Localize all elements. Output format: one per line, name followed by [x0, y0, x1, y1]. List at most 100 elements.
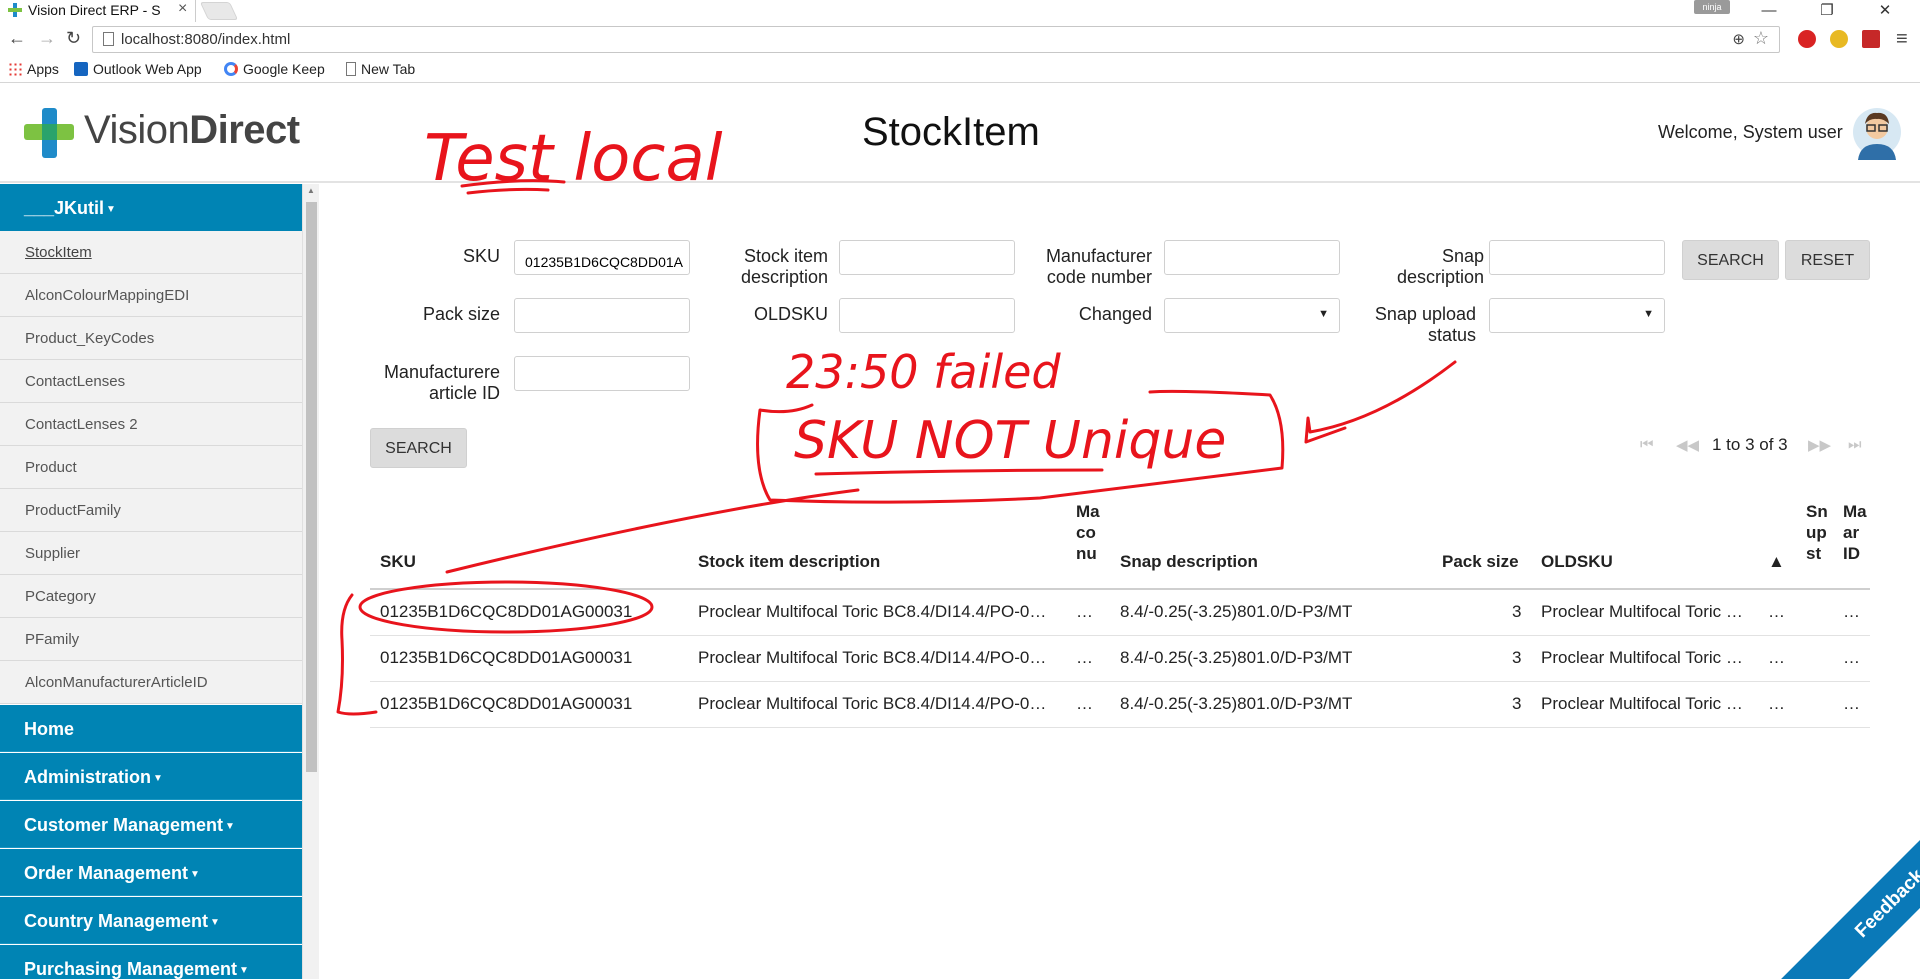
table-row[interactable]: 01235B1D6CQC8DD01AG00031 Proclear Multif… [370, 682, 1870, 728]
caret-down-icon: ▼ [225, 821, 235, 832]
column-header-pack-size[interactable]: Pack size [1442, 551, 1519, 572]
sidebar: ___JKutil ▼ StockItem AlconColourMappingE… [0, 184, 302, 979]
scroll-up-icon[interactable]: ▲ [307, 186, 315, 195]
user-avatar-icon[interactable] [1852, 104, 1902, 160]
snap-description-field[interactable] [1489, 240, 1665, 275]
sidebar-scrollbar[interactable]: ▲ [302, 184, 319, 979]
table-row[interactable]: 01235B1D6CQC8DD01AG00031 Proclear Multif… [370, 636, 1870, 682]
bookmarks-bar: Apps Outlook Web App Google Keep New Tab [0, 57, 1920, 83]
sku-field[interactable] [514, 240, 690, 275]
sidebar-item-contactlenses-2[interactable]: ContactLenses 2 [0, 403, 302, 446]
sidebar-item-pfamily[interactable]: PFamily [0, 618, 302, 661]
annotation-failed-time: 23:50 failed [786, 345, 1061, 399]
annotation-box [756, 389, 1285, 504]
page-icon [346, 62, 356, 76]
reload-icon[interactable]: ↻ [66, 28, 81, 49]
stock-item-description-field[interactable] [839, 240, 1015, 275]
column-header-sku[interactable]: SKU [380, 551, 416, 572]
tab-close-icon[interactable]: × [178, 0, 187, 18]
sidebar-section-order-management[interactable]: Order Management ▼ [0, 849, 302, 896]
cell-sku: 01235B1D6CQC8DD01AG00031 [380, 602, 633, 621]
caret-down-icon: ▼ [239, 965, 249, 976]
prev-page-icon[interactable]: ◀◀ [1676, 436, 1699, 454]
table-row[interactable]: 01235B1D6CQC8DD01AG00031 Proclear Multif… [370, 590, 1870, 636]
column-header-oldsku[interactable]: OLDSKU [1541, 551, 1613, 572]
column-header-stock-item-description[interactable]: Stock item description [698, 551, 880, 572]
sidebar-item-product[interactable]: Product [0, 446, 302, 489]
sidebar-section-administration[interactable]: Administration ▼ [0, 753, 302, 800]
bookmark-google-keep[interactable]: Google Keep [224, 61, 325, 77]
column-header-manufacturer-code[interactable]: Ma co nu [1076, 501, 1100, 564]
bookmark-outlook[interactable]: Outlook Web App [74, 61, 202, 77]
zoom-icon[interactable]: ⊕ [1732, 30, 1745, 48]
logo-light: Vision [84, 108, 190, 152]
cell-oldsku: Proclear Multifocal Toric … [1541, 602, 1743, 621]
cell-snap-description: 8.4/-0.25(-3.25)801.0/D-P3/MT [1120, 648, 1353, 667]
bottom-search-button[interactable]: SEARCH [370, 428, 467, 468]
cell-pack-size: 3 [1512, 694, 1522, 713]
sidebar-item-contactlenses[interactable]: ContactLenses [0, 360, 302, 403]
sidebar-section-home[interactable]: Home [0, 705, 302, 752]
column-header-manufacturer-article-id[interactable]: Ma ar ID [1843, 501, 1867, 564]
first-page-icon[interactable]: ⏮ [1640, 436, 1654, 453]
sidebar-item-stockitem[interactable]: StockItem [0, 231, 302, 274]
sidebar-item-supplier[interactable]: Supplier [0, 532, 302, 575]
cell-sku: 01235B1D6CQC8DD01AG00031 [380, 694, 633, 713]
stock-item-description-label: Stock item description [740, 246, 828, 287]
back-icon[interactable]: ← [8, 28, 26, 49]
restore-button[interactable]: ❐ [1804, 0, 1850, 22]
sidebar-item-pcategory[interactable]: PCategory [0, 575, 302, 618]
vision-direct-logo-icon[interactable] [24, 108, 74, 158]
shield-extension-icon[interactable] [1830, 30, 1848, 48]
bookmark-apps[interactable]: Apps [8, 61, 59, 77]
manufacturer-code-number-field[interactable] [1164, 240, 1340, 275]
forward-icon[interactable]: → [38, 28, 56, 49]
bookmark-star-icon[interactable]: ☆ [1753, 28, 1769, 49]
vision-direct-favicon-icon [8, 3, 22, 17]
logo-wordmark[interactable]: VisionDirect [84, 108, 300, 153]
sort-ascending-icon[interactable]: ▲ [1768, 551, 1785, 572]
cell-changed: … [1768, 602, 1785, 621]
feedback-tab[interactable]: Feedback [1781, 795, 1920, 979]
close-window-button[interactable]: ✕ [1862, 0, 1908, 22]
oldsku-field[interactable] [839, 298, 1015, 333]
pack-size-field[interactable] [514, 298, 690, 333]
cell-manufacturer-article-id: … [1843, 602, 1860, 621]
next-page-icon[interactable]: ▶▶ [1808, 436, 1831, 454]
scrollbar-thumb[interactable] [306, 202, 317, 772]
page-title: StockItem [862, 110, 1040, 154]
sidebar-group-jkutil[interactable]: ___JKutil ▼ [0, 184, 302, 231]
column-header-snap-description[interactable]: Snap description [1120, 551, 1258, 572]
reset-button[interactable]: RESET [1785, 240, 1870, 280]
search-button[interactable]: SEARCH [1682, 240, 1779, 280]
sidebar-section-customer-management[interactable]: Customer Management ▼ [0, 801, 302, 848]
browser-menu-icon[interactable]: ≡ [1896, 28, 1908, 51]
sidebar-section-country-management[interactable]: Country Management ▼ [0, 897, 302, 944]
last-page-icon[interactable]: ⏭ [1848, 436, 1862, 453]
column-header-snap-upload-status[interactable]: Sn up st [1806, 501, 1828, 564]
sidebar-item-productfamily[interactable]: ProductFamily [0, 489, 302, 532]
sidebar-item-alconmanufacturerarticleid[interactable]: AlconManufacturerArticleID [0, 661, 302, 704]
changed-select[interactable]: ▼ [1164, 298, 1340, 333]
snap-upload-status-select[interactable]: ▼ [1489, 298, 1665, 333]
sidebar-section-purchasing-management[interactable]: Purchasing Management ▼ [0, 945, 302, 979]
bookmark-new-tab[interactable]: New Tab [346, 61, 415, 77]
manufacturer-article-id-field[interactable] [514, 356, 690, 391]
minimize-button[interactable]: — [1746, 0, 1792, 22]
new-tab-button[interactable] [199, 2, 239, 20]
cell-pack-size: 3 [1512, 648, 1522, 667]
address-bar[interactable]: localhost:8080/index.html ⊕ ☆ [92, 26, 1780, 53]
opera-extension-icon[interactable] [1798, 30, 1816, 48]
cell-changed: … [1768, 648, 1785, 667]
sidebar-item-alconcolourmappingedi[interactable]: AlconColourMappingEDI [0, 274, 302, 317]
cell-oldsku: Proclear Multifocal Toric … [1541, 694, 1743, 713]
underline-stroke [814, 468, 1104, 476]
manufacturer-article-id-label: Manufacturere article ID [383, 362, 500, 403]
changed-label: Changed [1078, 304, 1152, 324]
cell-manufacturer-code: … [1076, 602, 1093, 621]
cell-manufacturer-code: … [1076, 694, 1093, 713]
apps-grid-icon [8, 62, 22, 76]
sidebar-item-product-keycodes[interactable]: Product_KeyCodes [0, 317, 302, 360]
book-extension-icon[interactable] [1862, 30, 1880, 48]
browser-tab[interactable]: Vision Direct ERP - S × [0, 0, 196, 22]
